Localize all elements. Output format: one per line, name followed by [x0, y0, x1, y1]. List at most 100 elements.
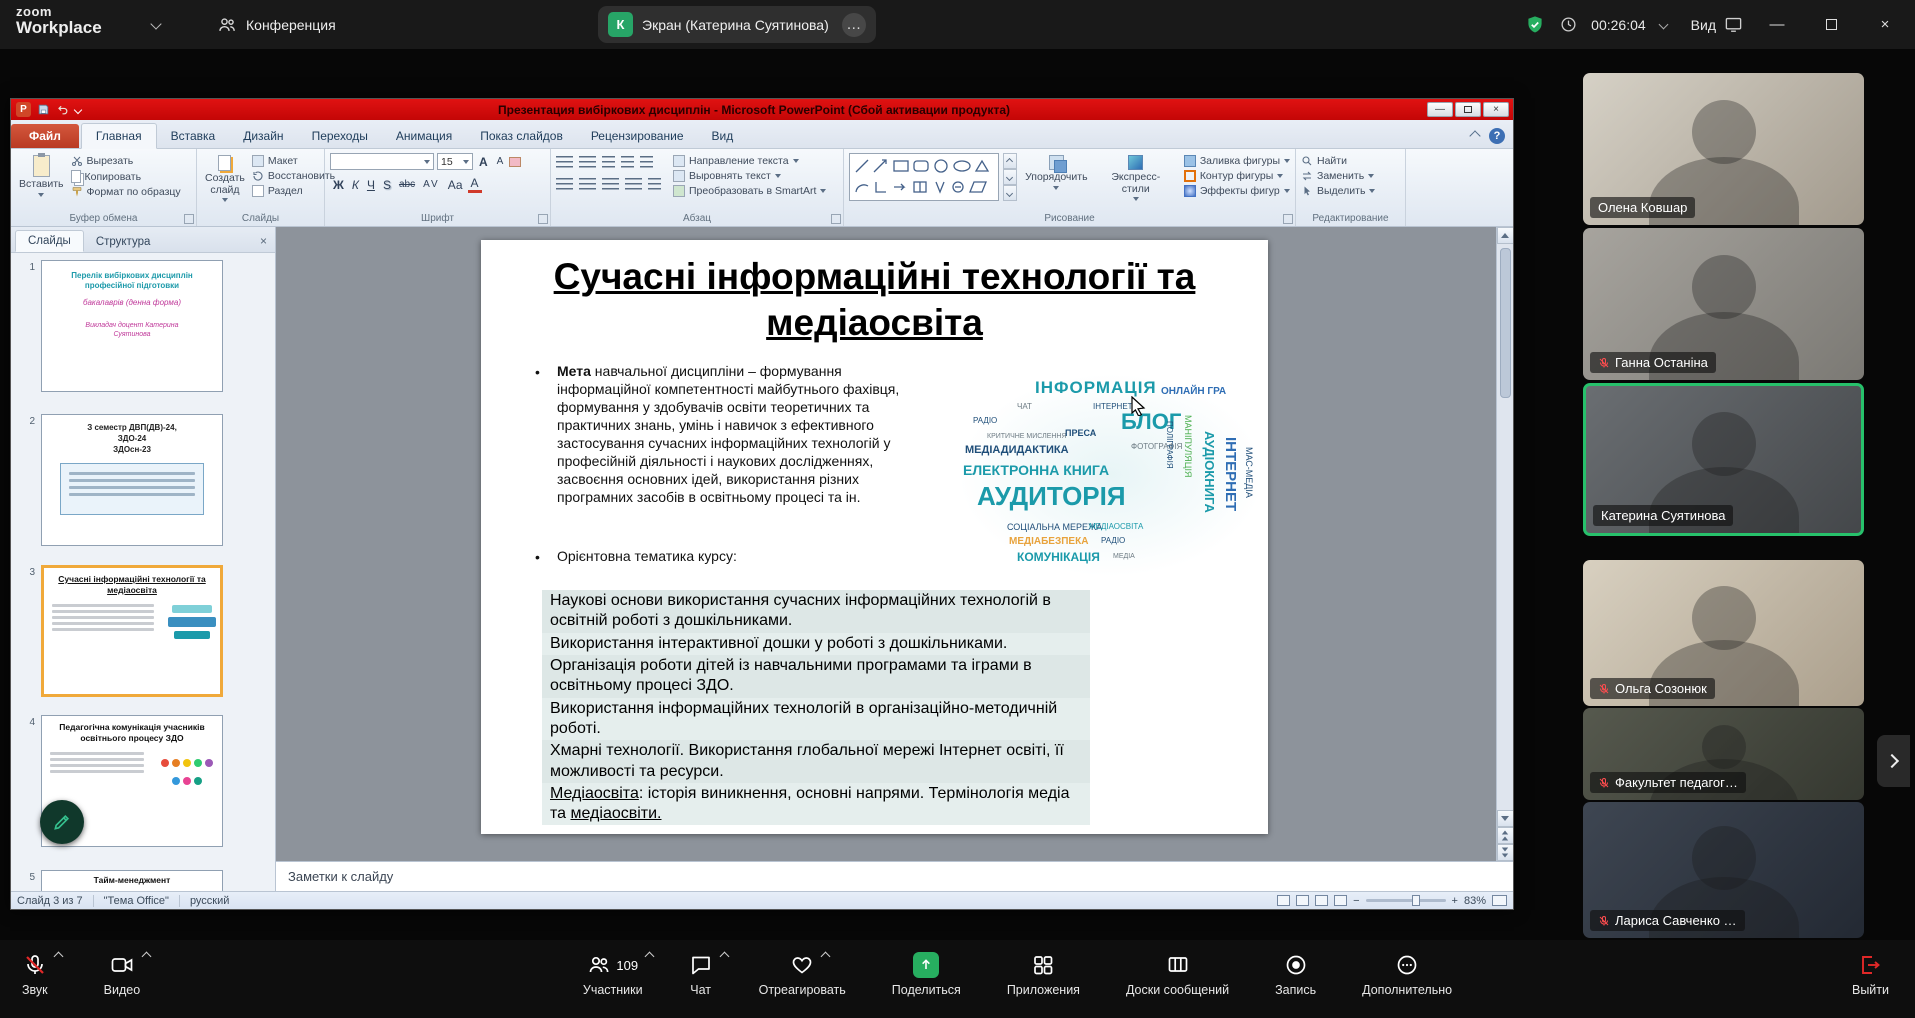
chat-chevron-icon[interactable] — [719, 952, 729, 962]
shapes-gallery[interactable] — [849, 153, 999, 201]
align-text-button[interactable]: Выровнять текст — [673, 170, 826, 182]
zoom-in-button[interactable]: + — [1452, 895, 1458, 907]
align-center-button[interactable] — [579, 178, 596, 192]
tab-design[interactable]: Дизайн — [229, 124, 297, 148]
scroll-down-button[interactable] — [1497, 810, 1514, 827]
text-direction-button[interactable]: Направление текста — [673, 155, 826, 167]
undo-icon[interactable] — [56, 103, 69, 116]
scrollbar-thumb[interactable] — [1500, 248, 1511, 398]
zoom-out-button[interactable]: − — [1353, 895, 1359, 907]
help-button[interactable]: ? — [1489, 128, 1505, 144]
shape-effects-button[interactable]: Эффекты фигур — [1184, 185, 1290, 197]
tab-insert[interactable]: Вставка — [157, 124, 230, 148]
slide-canvas[interactable]: Сучасні інформаційні технології та медіа… — [481, 240, 1268, 834]
paste-button[interactable]: Вставить — [16, 153, 67, 211]
vertical-scrollbar[interactable] — [1496, 227, 1513, 861]
tab-outline[interactable]: Структура — [84, 232, 163, 252]
collapse-gallery-button[interactable] — [1877, 735, 1910, 787]
format-painter-button[interactable]: Формат по образцу — [71, 186, 181, 198]
layout-button[interactable]: Макет — [252, 155, 335, 167]
video-tile-larysa[interactable]: Лариса Савченко … — [1583, 802, 1864, 938]
notes-pane[interactable]: Заметки к слайду — [276, 861, 1513, 891]
apps-button[interactable]: Приложения — [1007, 952, 1080, 997]
smartart-button[interactable]: Преобразовать в SmartArt — [673, 185, 826, 197]
numbering-button[interactable] — [579, 156, 596, 170]
annotation-pencil-button[interactable] — [40, 800, 84, 844]
ppt-title-bar[interactable]: P Презентация вибіркових дисциплін - Mic… — [11, 99, 1513, 120]
grow-font-button[interactable]: А — [476, 155, 491, 169]
select-button[interactable]: Выделить — [1301, 185, 1375, 197]
react-chevron-icon[interactable] — [821, 952, 831, 962]
react-button[interactable]: Отреагировать — [759, 952, 846, 997]
ppt-restore-button[interactable] — [1455, 102, 1481, 117]
copy-button[interactable]: Копировать — [71, 170, 181, 183]
scroll-up-button[interactable] — [1497, 227, 1514, 244]
language-indicator[interactable]: русский — [190, 895, 229, 907]
ppt-minimize-button[interactable]: — — [1427, 102, 1453, 117]
increase-indent-button[interactable] — [621, 156, 634, 170]
restore-button[interactable] — [1811, 10, 1851, 40]
close-panel-button[interactable]: × — [252, 234, 275, 252]
encryption-shield-icon[interactable] — [1524, 14, 1546, 36]
reset-button[interactable]: Восстановить — [252, 170, 335, 182]
screen-share-tab[interactable]: К Экран (Катерина Суятинова) … — [598, 6, 876, 43]
columns-button[interactable] — [648, 178, 661, 192]
align-right-button[interactable] — [602, 178, 619, 192]
previous-slide-button[interactable] — [1497, 827, 1514, 844]
change-case-button[interactable]: Аа — [445, 178, 466, 192]
tab-view[interactable]: Вид — [698, 124, 748, 148]
shapes-more-button[interactable] — [1003, 185, 1017, 201]
fit-to-window-button[interactable] — [1492, 895, 1507, 906]
ppt-close-button[interactable]: × — [1483, 102, 1509, 117]
tab-review[interactable]: Рецензирование — [577, 124, 698, 148]
record-button[interactable]: Запись — [1275, 952, 1316, 997]
minimize-button[interactable]: — — [1757, 10, 1797, 40]
screen-share-options-button[interactable]: … — [842, 13, 866, 37]
normal-view-button[interactable] — [1277, 895, 1290, 906]
video-tile-olena[interactable]: Олена Ковшар — [1583, 73, 1864, 225]
strikethrough-button[interactable]: abc — [396, 179, 418, 190]
shape-fill-button[interactable]: Заливка фигуры — [1184, 155, 1290, 167]
shapes-scrollbar[interactable] — [1003, 153, 1017, 201]
replace-button[interactable]: Заменить — [1301, 170, 1375, 182]
timer-chevron-icon[interactable] — [1658, 20, 1668, 30]
collapse-ribbon-icon[interactable] — [1469, 130, 1480, 141]
save-icon[interactable] — [37, 103, 50, 116]
zoom-slider[interactable] — [1366, 899, 1446, 902]
cut-button[interactable]: Вырезать — [71, 155, 181, 167]
clear-formatting-icon[interactable] — [509, 157, 521, 167]
share-screen-button[interactable]: Поделиться — [892, 952, 961, 997]
participants-button[interactable]: 109 Участники — [583, 952, 643, 997]
shrink-font-button[interactable]: А — [494, 156, 507, 167]
next-slide-button[interactable] — [1497, 844, 1514, 861]
slide-2-thumbnail[interactable]: З семестр ДВП(ДВ)-24,ЗДО-24ЗДОсн-23 — [41, 414, 223, 546]
tab-slides-thumbnails[interactable]: Слайды — [15, 230, 84, 252]
zoom-slider-thumb[interactable] — [1412, 895, 1420, 906]
font-size-combo[interactable]: 15 — [437, 153, 473, 170]
slide-sorter-view-button[interactable] — [1296, 895, 1309, 906]
tab-transitions[interactable]: Переходы — [298, 124, 382, 148]
underline-button[interactable]: Ч — [364, 178, 378, 192]
meeting-tab[interactable]: Конференция — [205, 8, 348, 41]
arrange-button[interactable]: Упорядочить — [1021, 153, 1092, 211]
find-button[interactable]: Найти — [1301, 155, 1375, 167]
participants-chevron-icon[interactable] — [645, 952, 655, 962]
close-button[interactable]: × — [1865, 10, 1905, 40]
video-tile-olha[interactable]: Ольга Созонюк — [1583, 560, 1864, 706]
justify-button[interactable] — [625, 178, 642, 192]
quick-styles-button[interactable]: Экспресс-стили — [1096, 153, 1176, 211]
view-button[interactable]: Вид — [1691, 15, 1743, 34]
chat-button[interactable]: Чат — [689, 952, 713, 997]
video-tile-kateryna-active-speaker[interactable]: Катерина Суятинова — [1583, 383, 1864, 536]
decrease-indent-button[interactable] — [602, 156, 615, 170]
workspace-chevron-icon[interactable] — [150, 18, 161, 29]
slide-1-thumbnail[interactable]: Перелік вибіркових дисциплінпрофесійної … — [41, 260, 223, 392]
italic-button[interactable]: К — [349, 178, 362, 192]
leave-meeting-button[interactable]: Выйти — [1852, 952, 1889, 997]
section-button[interactable]: Раздел — [252, 185, 335, 197]
shapes-scroll-down[interactable] — [1003, 169, 1017, 185]
new-slide-button[interactable]: Создать слайд — [202, 153, 248, 211]
text-shadow-button[interactable]: S — [380, 178, 394, 192]
slide-3-thumbnail-selected[interactable]: Сучасні інформаційні технології тамедіао… — [41, 565, 223, 697]
shape-outline-button[interactable]: Контур фигуры — [1184, 170, 1290, 182]
